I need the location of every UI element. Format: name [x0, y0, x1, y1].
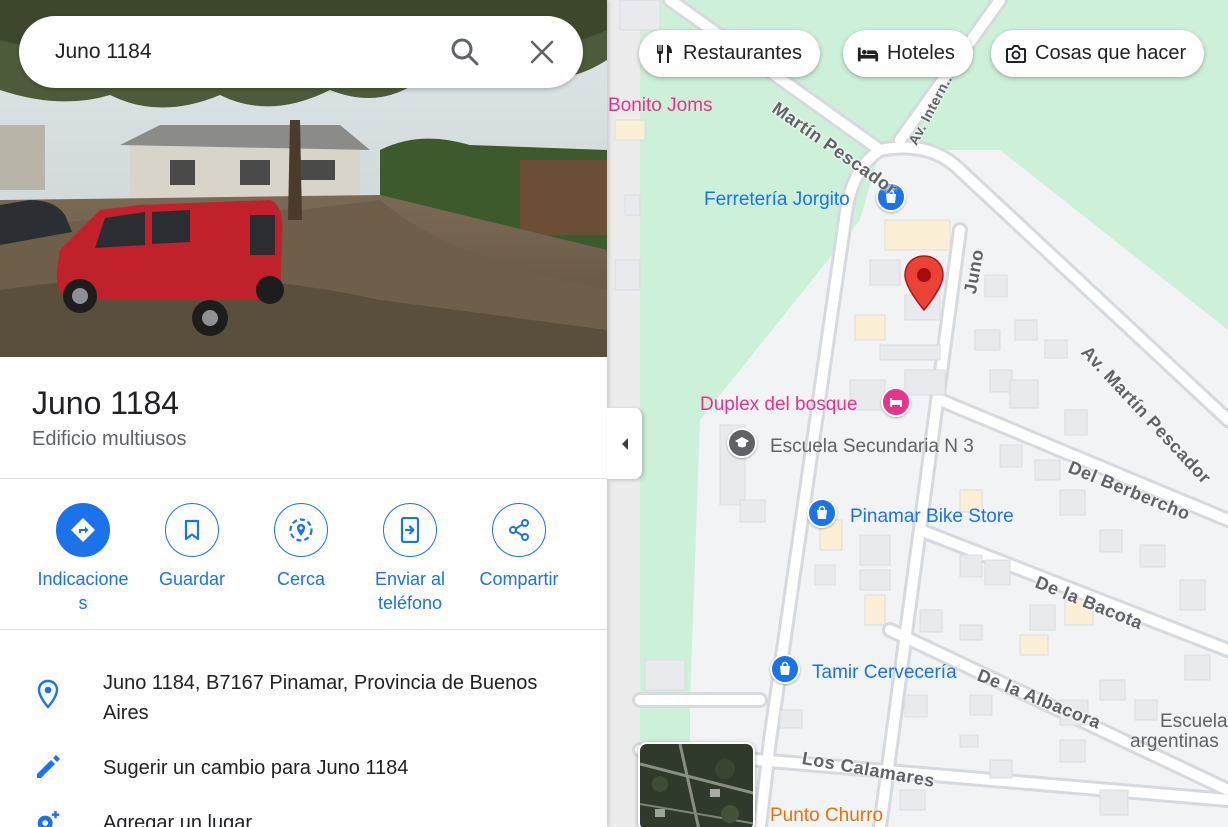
hotel-icon[interactable] [881, 387, 911, 417]
action-label: Cerca [276, 569, 325, 589]
suggest-edit-row[interactable]: Sugerir un cambio para Juno 1184 [0, 753, 607, 783]
chip-label: Restaurantes [683, 42, 802, 64]
location-pin-icon[interactable] [903, 254, 945, 312]
search-input[interactable] [55, 40, 415, 64]
share-icon [509, 519, 529, 541]
poi-label-bonito-joms[interactable]: Bonito Joms [608, 96, 713, 115]
collapse-panel-button[interactable] [607, 408, 642, 479]
place-category[interactable]: Edificio multiusos [32, 428, 187, 451]
add-location-icon [34, 810, 62, 827]
chip-restaurants[interactable]: Restaurantes [639, 30, 820, 77]
nearby-icon [289, 518, 313, 542]
action-label: Guardar [158, 569, 226, 589]
action-label: Compartir [479, 569, 559, 589]
camera-icon [1005, 43, 1027, 65]
divider [0, 629, 607, 630]
address-row[interactable]: Juno 1184, B7167 Pinamar, Provincia de B… [0, 668, 607, 728]
directions-button[interactable]: Indicacione s [28, 503, 138, 615]
search-icon [451, 38, 479, 66]
send-to-phone-button[interactable]: Enviar al teléfono [355, 503, 465, 615]
poi-label-escuela-secundaria[interactable]: Escuela Secundaria N 3 [770, 437, 974, 456]
clear-search-button[interactable] [524, 34, 560, 70]
hotel-bed-icon [857, 43, 879, 65]
share-button[interactable]: Compartir [464, 503, 574, 591]
address-text: Juno 1184, B7167 Pinamar, Provincia de B… [103, 672, 538, 724]
action-label: Enviar al teléfono [374, 569, 446, 613]
poi-label-escuela-1[interactable]: Escuela [1160, 712, 1228, 731]
shopping-bag-icon[interactable] [807, 498, 837, 528]
pencil-icon [34, 753, 62, 781]
school-icon[interactable] [727, 428, 757, 458]
poi-label-escuela-2[interactable]: argentinas [1130, 732, 1219, 751]
search-button[interactable] [447, 34, 483, 70]
poi-label-duplex[interactable]: Duplex del bosque [700, 395, 857, 414]
add-place-text: Agregar un lugar [103, 812, 252, 827]
close-icon [530, 40, 554, 64]
directions-icon [71, 518, 95, 542]
place-title: Juno 1184 [32, 385, 180, 421]
poi-label-bike-store[interactable]: Pinamar Bike Store [850, 507, 1014, 526]
send-to-phone-icon [400, 517, 420, 543]
chip-things-to-do[interactable]: Cosas que hacer [991, 30, 1205, 77]
chip-label: Hoteles [887, 42, 955, 64]
nearby-button[interactable]: Cerca [246, 503, 356, 591]
divider [0, 478, 607, 479]
caret-left-icon [621, 437, 628, 450]
poi-label-tamir[interactable]: Tamir Cervecería [812, 663, 957, 682]
layers-thumbnail[interactable] [638, 742, 755, 827]
add-place-row[interactable]: Agregar un lugar [0, 808, 607, 827]
place-panel: Juno 1184 Edificio multiusos Indicacione… [0, 0, 607, 827]
poi-label-ferreteria[interactable]: Ferretería Jorgito [704, 190, 850, 209]
bookmark-icon [184, 519, 200, 541]
location-pin-outline-icon [34, 679, 62, 709]
chip-hotels[interactable]: Hoteles [843, 30, 973, 77]
shopping-bag-icon[interactable] [770, 654, 800, 684]
save-button[interactable]: Guardar [137, 503, 247, 591]
action-label: Indicacione s [37, 569, 129, 613]
search-box[interactable] [19, 16, 583, 88]
restaurant-icon [653, 43, 675, 65]
chip-label: Cosas que hacer [1035, 42, 1187, 64]
suggest-edit-text: Sugerir un cambio para Juno 1184 [103, 757, 409, 779]
poi-label-punto-churro[interactable]: Punto Churro [770, 806, 883, 825]
